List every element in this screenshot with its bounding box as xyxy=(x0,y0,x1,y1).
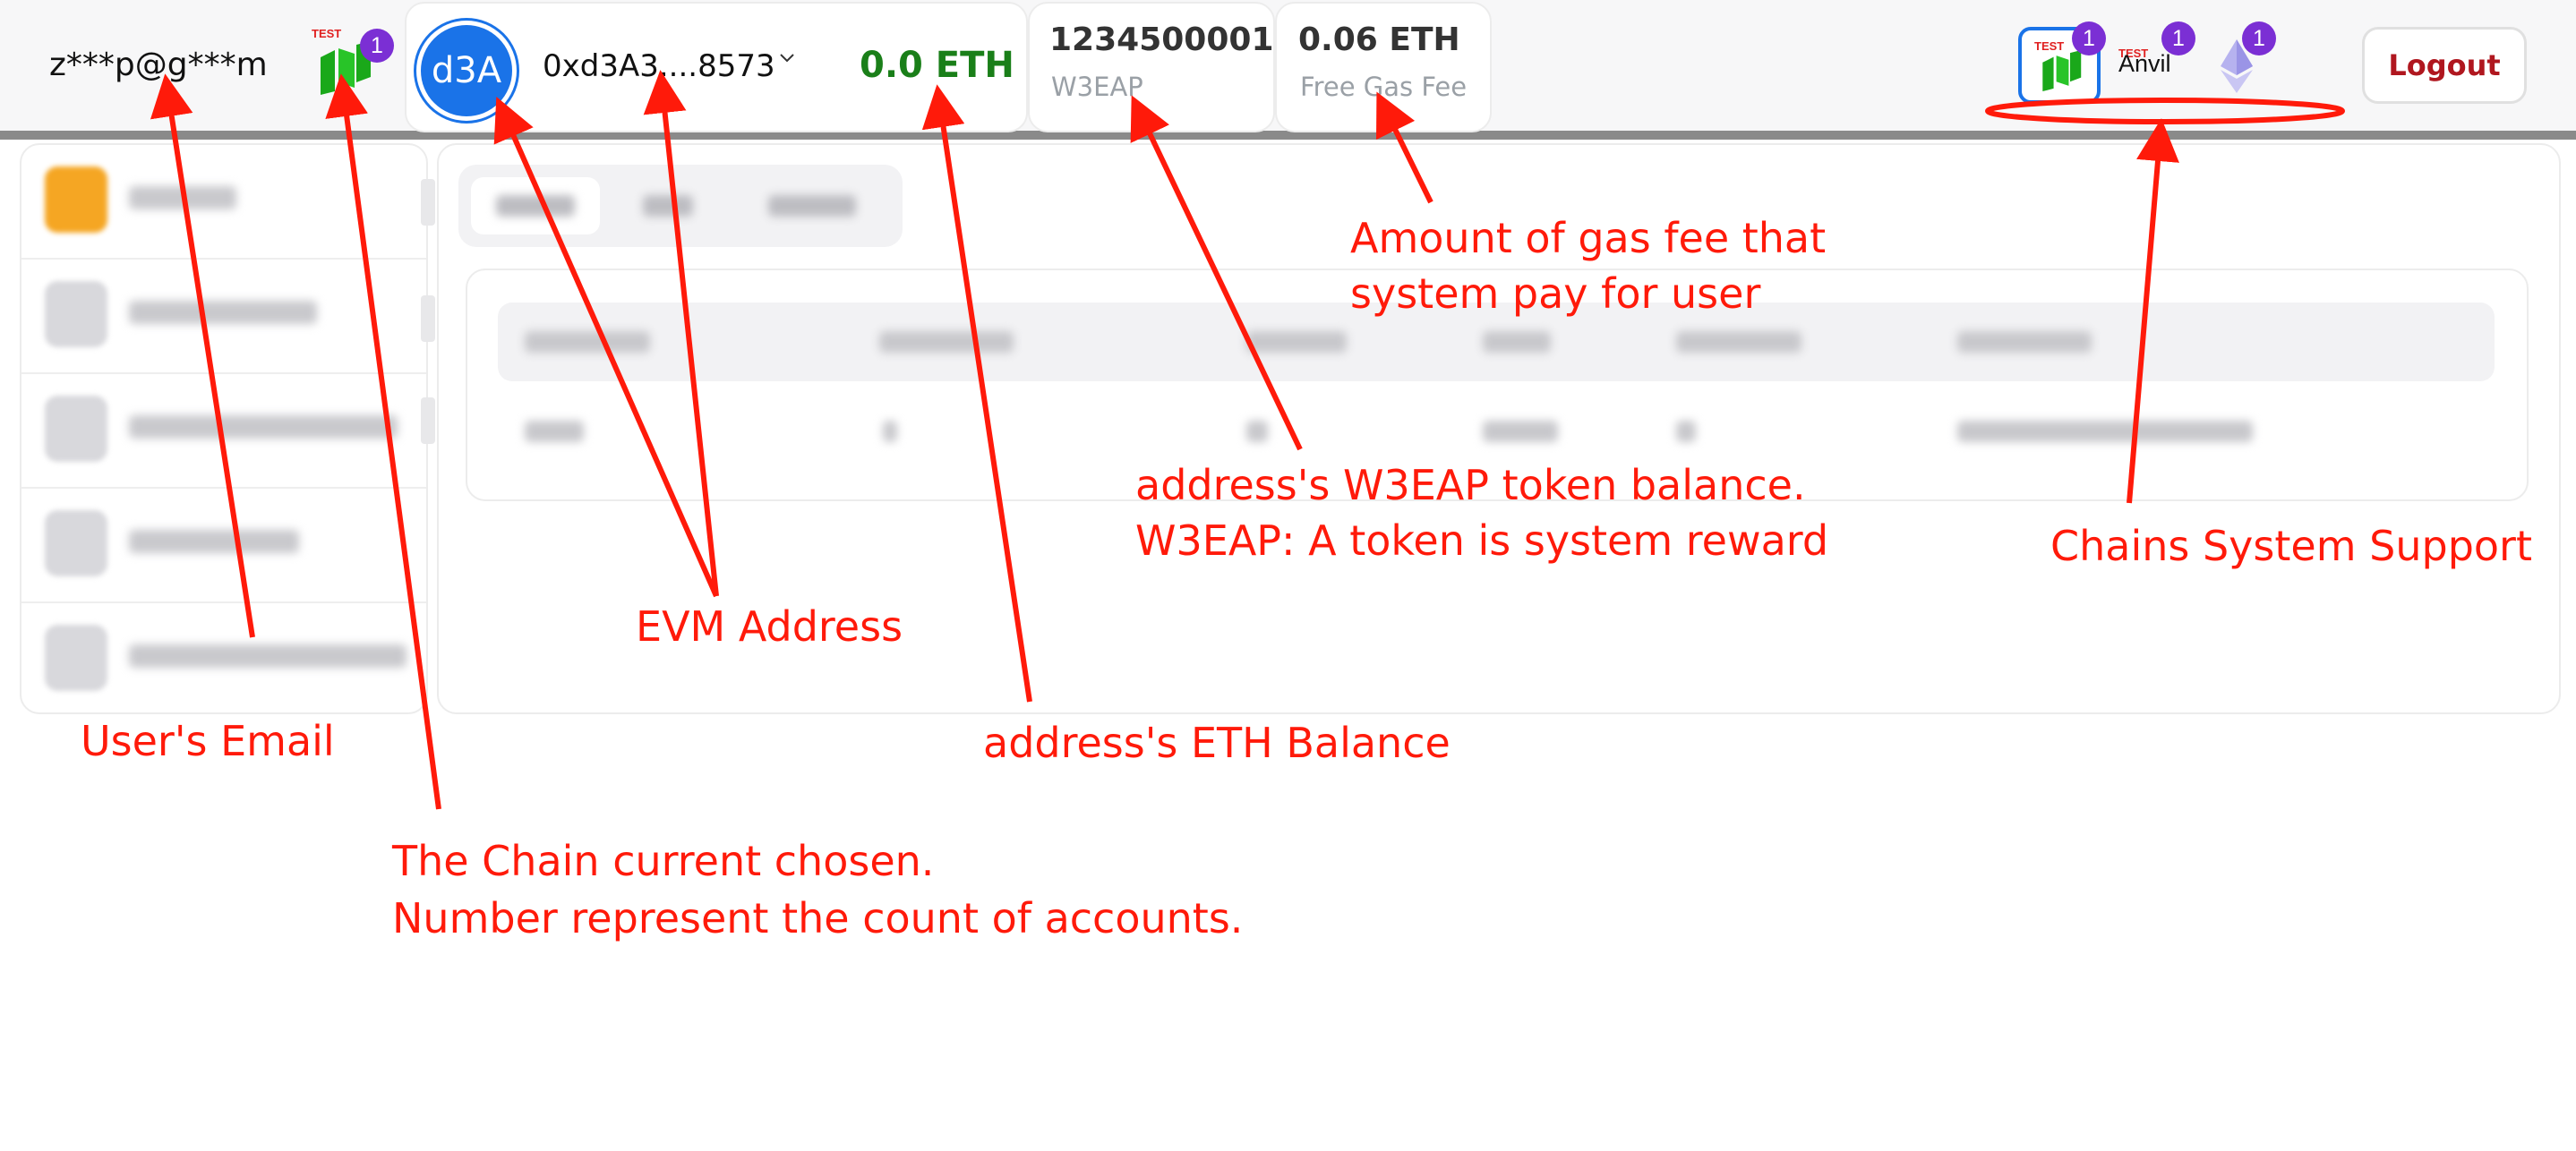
chains-highlight-ellipse xyxy=(1985,98,2345,124)
arrow-to-chains xyxy=(2127,118,2179,504)
annotation-arrows xyxy=(150,70,2345,810)
arrow-to-avatar xyxy=(493,97,719,598)
arrow-to-gas-fee xyxy=(1376,91,1433,204)
arrow-to-eth-balance xyxy=(921,84,1032,703)
arrow-to-w3eap xyxy=(1130,95,1303,451)
arrow-to-address xyxy=(643,70,719,597)
arrow-to-current-chain xyxy=(325,73,441,810)
arrow-to-email xyxy=(150,73,255,638)
